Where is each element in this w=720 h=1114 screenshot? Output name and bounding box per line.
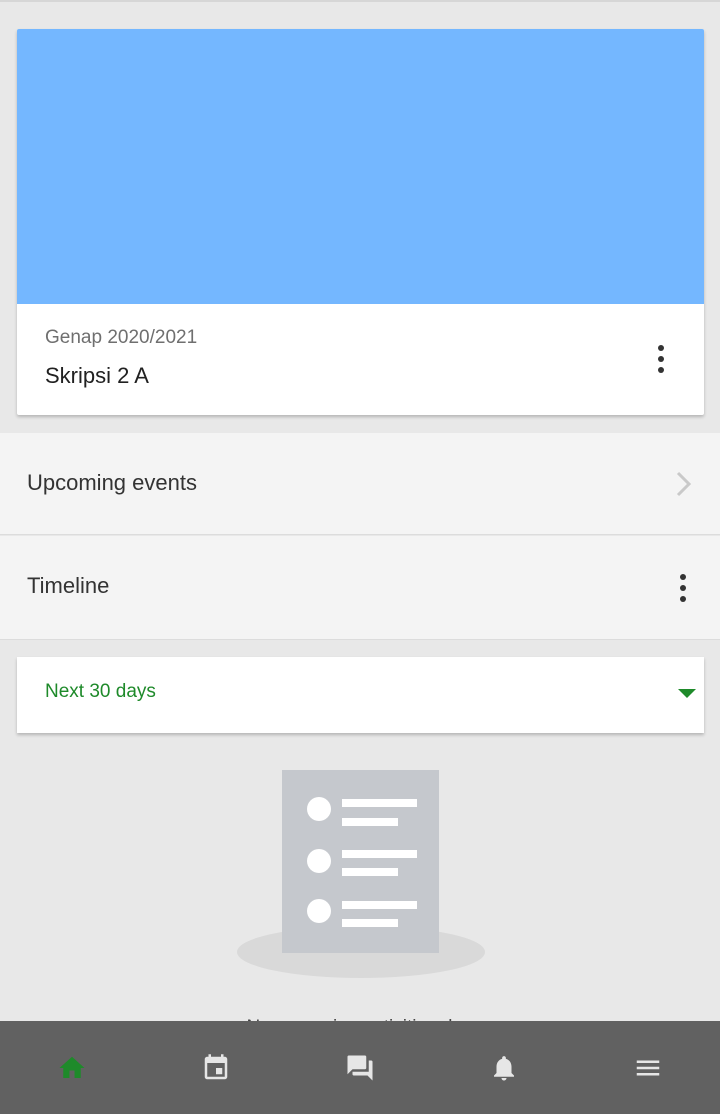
messages-icon — [347, 1055, 373, 1080]
home-icon — [59, 1056, 85, 1078]
empty-timeline-illustration — [237, 770, 485, 978]
timeline-range-value: Next 30 days — [45, 681, 156, 702]
timeline-header: Timeline — [0, 536, 720, 640]
previous-card-edge — [0, 0, 720, 2]
timeline-more-options-icon[interactable] — [671, 571, 695, 605]
dropdown-arrow-icon — [678, 689, 696, 698]
empty-state-message: No upcoming activities due — [0, 1008, 720, 1022]
nav-calendar[interactable] — [144, 1021, 288, 1114]
menu-icon — [636, 1060, 660, 1075]
course-term: Genap 2020/2021 — [45, 327, 198, 348]
nav-home[interactable] — [0, 1021, 144, 1114]
course-name: Skripsi 2 A — [45, 363, 149, 388]
nav-notifications[interactable] — [432, 1021, 576, 1114]
bell-icon — [494, 1055, 514, 1080]
course-card[interactable]: Genap 2020/2021 Skripsi 2 A — [17, 29, 704, 415]
calendar-icon — [204, 1053, 228, 1079]
course-more-options-icon[interactable] — [649, 342, 673, 376]
nav-messages[interactable] — [288, 1021, 432, 1114]
upcoming-events-label: Upcoming events — [27, 470, 197, 495]
upcoming-events-row[interactable]: Upcoming events — [0, 433, 720, 535]
timeline-label: Timeline — [27, 573, 110, 598]
chevron-right-icon — [676, 471, 692, 497]
nav-menu[interactable] — [576, 1021, 720, 1114]
bottom-navigation — [0, 1021, 720, 1114]
course-banner-image — [17, 29, 704, 304]
timeline-range-select[interactable]: Next 30 days — [17, 657, 704, 733]
